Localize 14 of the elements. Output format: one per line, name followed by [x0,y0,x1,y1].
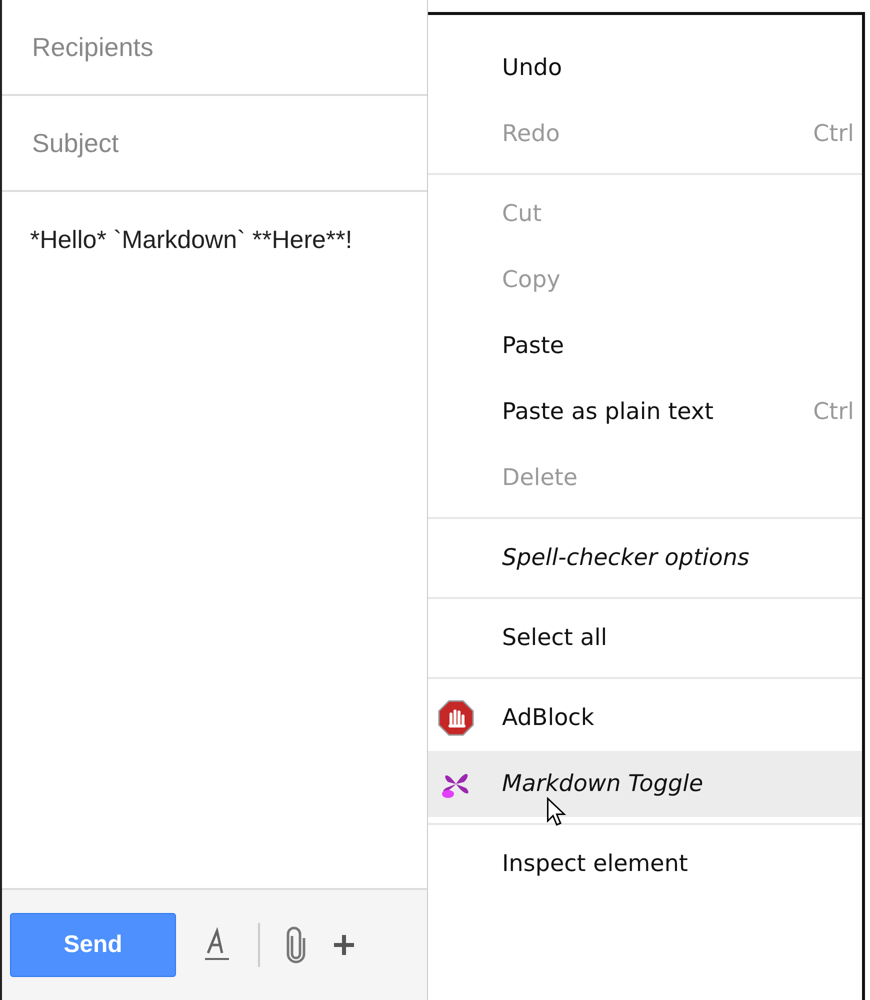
text-format-icon[interactable] [202,927,232,963]
menu-item[interactable]: Inspect element [428,831,862,897]
paperclip-icon[interactable] [286,926,306,964]
menu-item[interactable]: AdBlock [428,685,862,751]
mouse-pointer-icon [546,797,566,827]
shortcut-text: Ctrl [813,399,854,425]
plus-icon[interactable] [332,933,356,957]
menu-item[interactable]: Undo [428,35,862,101]
menu-item[interactable]: Paste as plain text Ctrl [428,379,862,445]
shortcut-text: Ctrl [813,121,854,147]
menu-item[interactable]: Spell-checker options [428,525,862,591]
menu-item[interactable]: Paste [428,313,862,379]
stop-sign-icon [438,700,474,736]
menu-item[interactable]: Select all [428,605,862,671]
